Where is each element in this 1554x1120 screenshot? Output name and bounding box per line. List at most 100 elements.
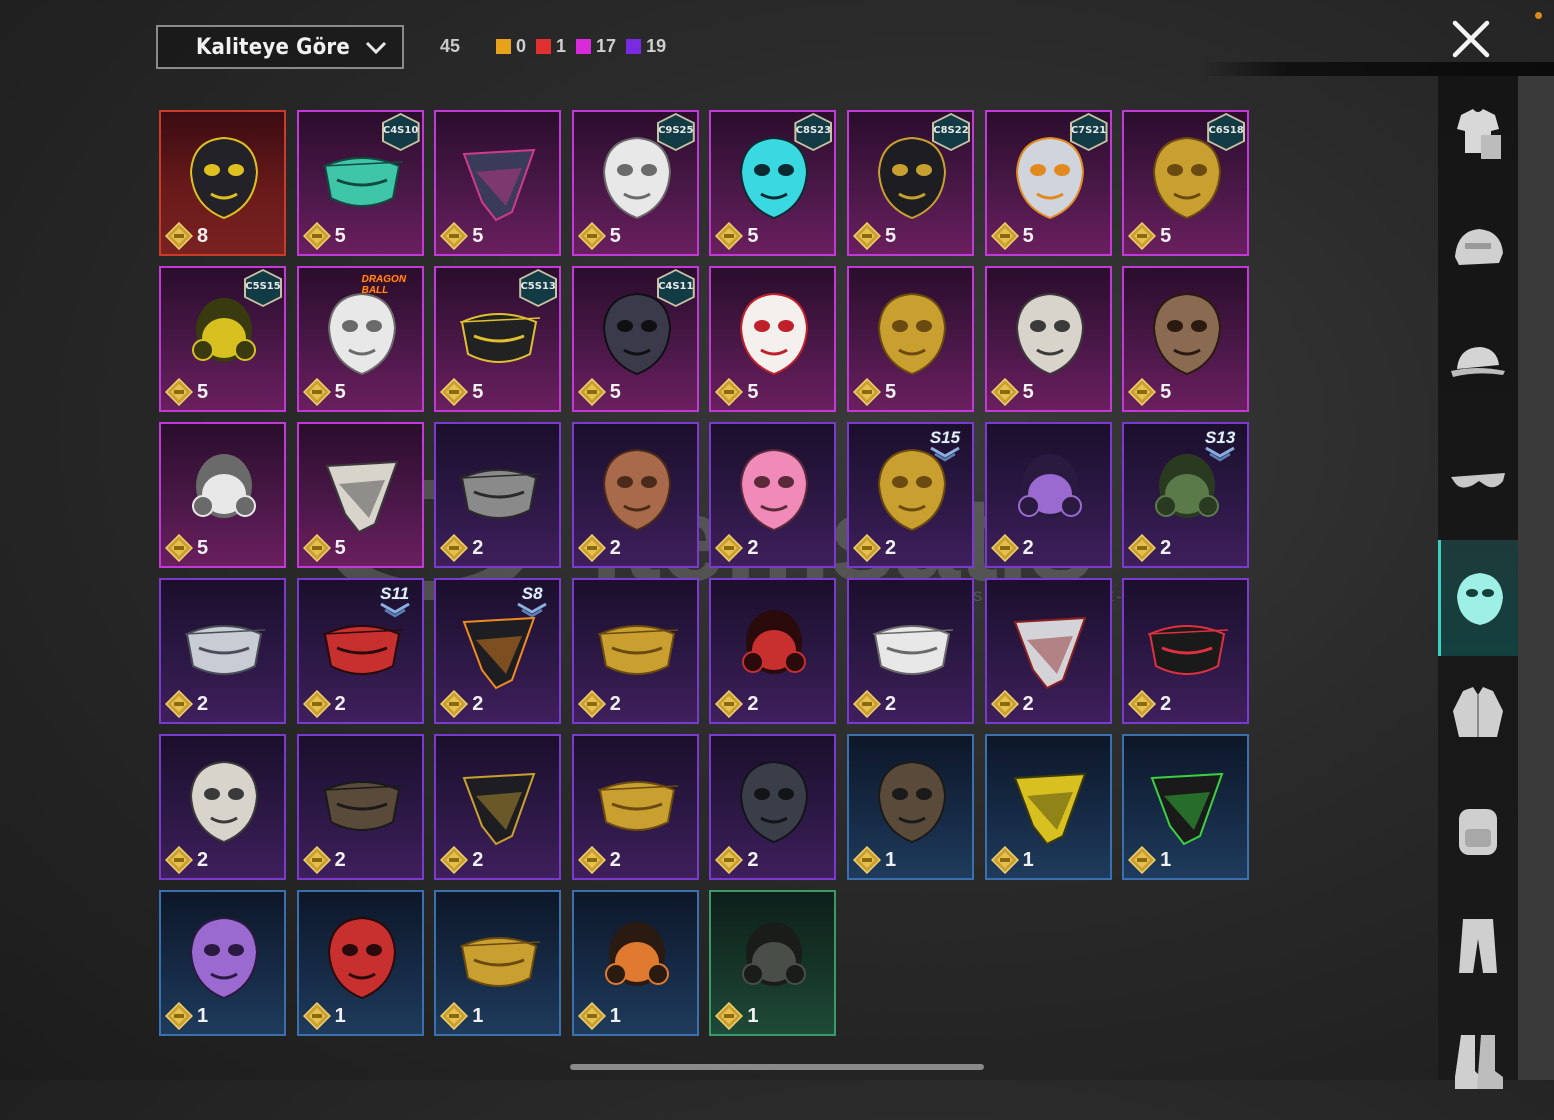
tab-pants[interactable] bbox=[1438, 888, 1518, 1004]
coin-icon bbox=[715, 690, 744, 718]
item-card[interactable]: 2 bbox=[571, 422, 699, 568]
close-icon[interactable] bbox=[1450, 18, 1492, 60]
season-badge-text: C4S11 bbox=[658, 281, 694, 292]
item-card[interactable]: DRAGON BALL 5 bbox=[296, 266, 424, 412]
season-badge: C6S18 bbox=[1207, 113, 1246, 151]
gold-blue-visor-icon bbox=[877, 292, 946, 376]
tab-outfit[interactable] bbox=[1438, 76, 1518, 192]
item-card[interactable]: 1 bbox=[159, 890, 286, 1036]
glasses-icon bbox=[1451, 473, 1505, 488]
tab-glasses[interactable] bbox=[1438, 424, 1518, 540]
item-card[interactable]: C4S10 5 bbox=[296, 110, 424, 256]
item-quantity: 2 bbox=[609, 849, 621, 871]
coin-icon bbox=[165, 222, 193, 250]
jacket-icon bbox=[1453, 687, 1503, 737]
season-badge-text: C7S21 bbox=[1070, 125, 1107, 136]
item-card[interactable]: 2 bbox=[434, 734, 562, 880]
item-card[interactable]: 5 bbox=[846, 266, 974, 412]
item-card[interactable]: 2 bbox=[1122, 578, 1250, 724]
item-card[interactable]: 5 bbox=[159, 422, 286, 568]
tab-mask[interactable] bbox=[1438, 540, 1518, 656]
item-quantity: 5 bbox=[334, 537, 346, 559]
item-card[interactable]: 2 bbox=[571, 578, 699, 724]
item-card[interactable]: C5S13 5 bbox=[434, 266, 562, 412]
item-card[interactable]: 1 bbox=[571, 890, 699, 1036]
rank-badge: S15 bbox=[922, 428, 968, 464]
coin-icon bbox=[852, 378, 881, 406]
purple-visor-respirator-icon bbox=[1017, 454, 1082, 518]
item-card[interactable]: 5 bbox=[296, 422, 424, 568]
mask-icon bbox=[1456, 573, 1503, 625]
item-card[interactable]: 5 bbox=[1122, 266, 1250, 412]
season-badge-text: C8S22 bbox=[933, 125, 969, 136]
item-card[interactable]: 2 bbox=[709, 578, 837, 724]
item-card[interactable]: 2 bbox=[709, 422, 837, 568]
skull-bandana-icon bbox=[325, 460, 399, 534]
season-badge: C4S11 bbox=[656, 269, 695, 307]
leather-muzzle-icon bbox=[322, 781, 403, 831]
item-card[interactable]: C8S22 5 bbox=[846, 110, 974, 256]
item-card[interactable]: C8S23 5 bbox=[709, 110, 837, 256]
coin-icon bbox=[165, 378, 193, 406]
item-card[interactable]: 1 bbox=[984, 734, 1112, 880]
black-gold-mask-icon bbox=[460, 937, 541, 987]
item-card[interactable]: 1 bbox=[709, 890, 837, 1036]
rank-badge-text: S15 bbox=[929, 428, 961, 447]
item-card[interactable]: C4S11 5 bbox=[571, 266, 699, 412]
item-card[interactable]: 2 bbox=[709, 734, 837, 880]
item-card[interactable]: 2 bbox=[984, 578, 1112, 724]
item-card[interactable]: S8 2 bbox=[434, 578, 562, 724]
tab-jacket[interactable] bbox=[1438, 656, 1518, 772]
helmet-icon bbox=[1455, 229, 1503, 265]
black-bandana-icon bbox=[462, 772, 536, 846]
rank-chevron-icon bbox=[930, 446, 960, 462]
item-card[interactable]: S15 2 bbox=[846, 422, 974, 568]
rank-chevron-icon bbox=[379, 602, 410, 618]
tab-cap[interactable] bbox=[1438, 308, 1518, 424]
item-card[interactable]: S13 2 bbox=[1122, 422, 1250, 568]
horned-skull-mask-icon bbox=[1015, 292, 1084, 376]
item-card[interactable]: S11 2 bbox=[296, 578, 424, 724]
item-card[interactable]: 2 bbox=[846, 578, 974, 724]
item-card[interactable]: 2 bbox=[159, 734, 286, 880]
quality-swatch bbox=[496, 39, 511, 54]
rank-badge-text: S8 bbox=[521, 584, 543, 603]
coin-icon bbox=[1128, 690, 1157, 718]
item-quantity: 2 bbox=[747, 537, 759, 559]
item-card[interactable]: 2 bbox=[984, 422, 1112, 568]
item-card[interactable]: 1 bbox=[296, 890, 424, 1036]
item-card[interactable]: C9S25 5 bbox=[571, 110, 699, 256]
item-card[interactable]: 2 bbox=[159, 578, 286, 724]
item-card[interactable]: 1 bbox=[846, 734, 974, 880]
item-card[interactable]: C6S18 5 bbox=[1122, 110, 1250, 256]
coin-icon bbox=[852, 846, 881, 874]
item-quantity: 5 bbox=[1022, 225, 1034, 247]
coin-icon bbox=[302, 378, 331, 406]
item-quantity: 2 bbox=[334, 693, 346, 715]
chevron-down-icon bbox=[365, 41, 387, 55]
item-card[interactable]: 5 bbox=[709, 266, 837, 412]
tab-boots[interactable] bbox=[1438, 1004, 1518, 1120]
sort-dropdown[interactable]: Kaliteye Göre bbox=[156, 25, 404, 69]
quality-count-item: 17 bbox=[576, 36, 616, 57]
item-card[interactable]: C5S15 5 bbox=[159, 266, 286, 412]
item-card[interactable]: 2 bbox=[434, 422, 562, 568]
item-card[interactable]: 5 bbox=[434, 110, 562, 256]
sort-dropdown-label: Kaliteye Göre bbox=[196, 34, 350, 60]
item-card[interactable]: 2 bbox=[571, 734, 699, 880]
item-card[interactable]: 8 bbox=[159, 110, 286, 256]
item-card[interactable]: 1 bbox=[434, 890, 562, 1036]
tab-helmet[interactable] bbox=[1438, 192, 1518, 308]
white-teeth-mask-icon bbox=[872, 625, 954, 675]
item-card[interactable]: 1 bbox=[1122, 734, 1250, 880]
item-card[interactable]: 2 bbox=[296, 734, 424, 880]
home-indicator[interactable] bbox=[570, 1064, 984, 1070]
item-card[interactable]: 5 bbox=[984, 266, 1112, 412]
coin-icon bbox=[302, 1002, 331, 1030]
coin-icon bbox=[990, 846, 1019, 874]
coin-icon bbox=[440, 378, 469, 406]
item-quantity: 2 bbox=[472, 537, 484, 559]
coin-icon bbox=[302, 690, 331, 718]
item-card[interactable]: C7S21 5 bbox=[984, 110, 1112, 256]
tab-backpack[interactable] bbox=[1438, 772, 1518, 888]
